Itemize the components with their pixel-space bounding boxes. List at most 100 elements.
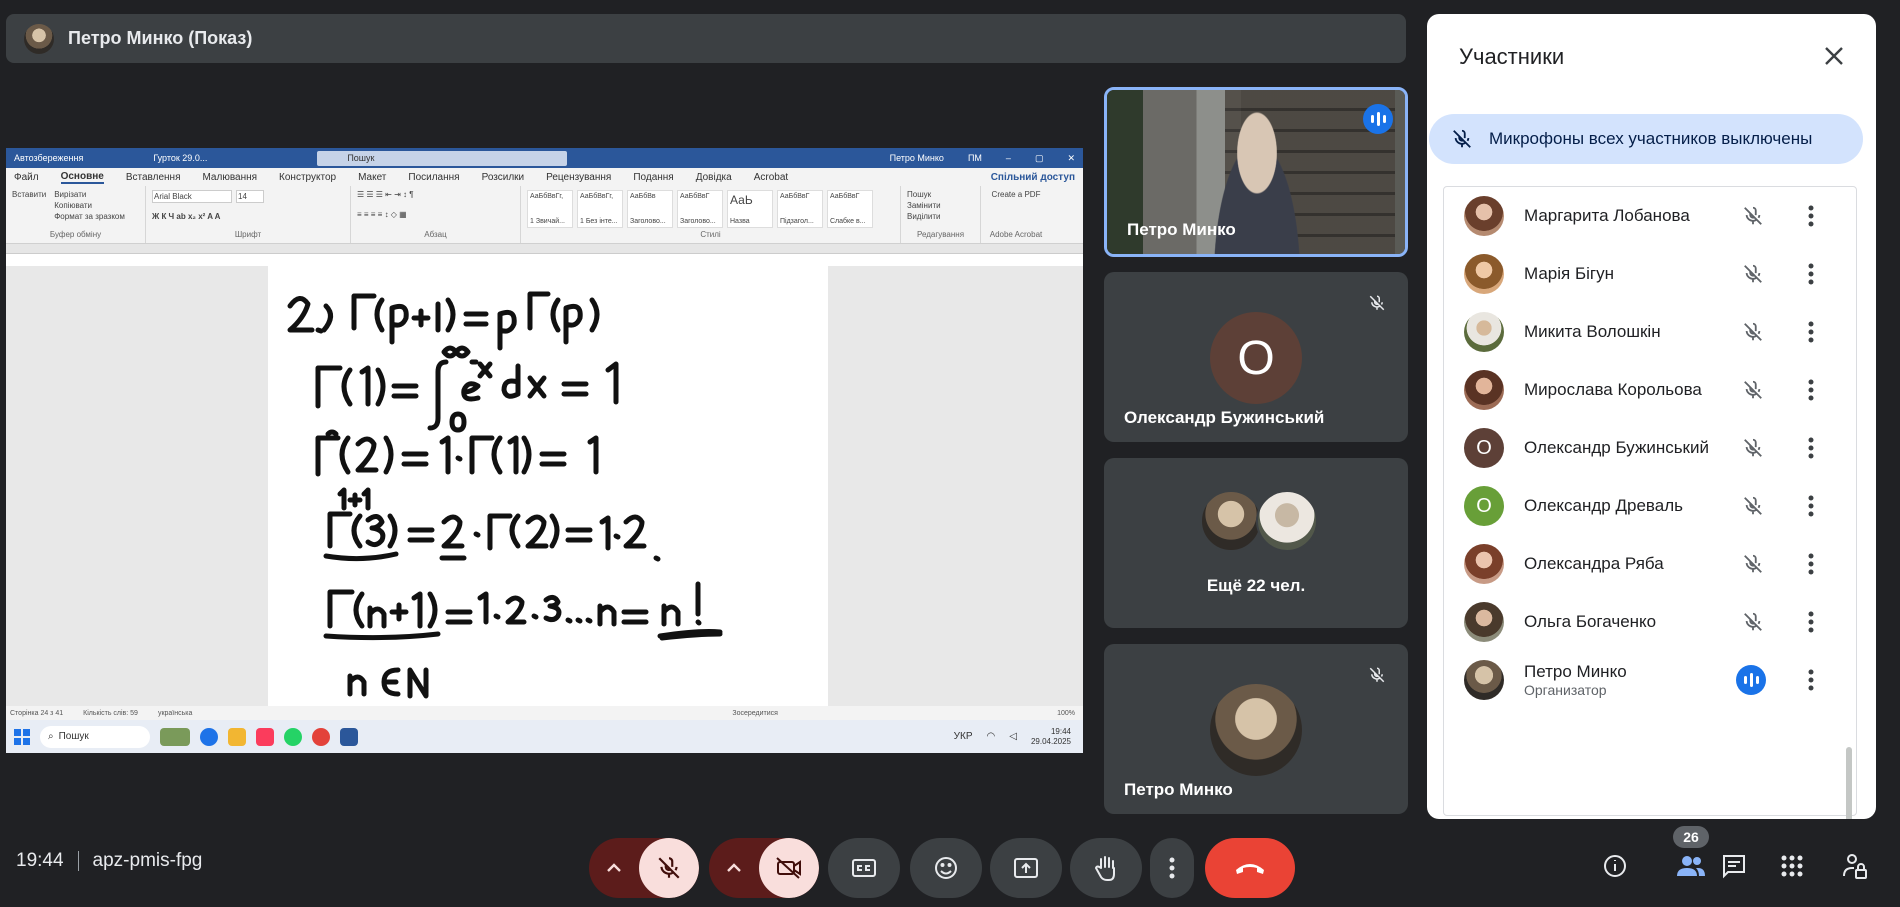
participant-row: Маргарита Лобанова (1444, 187, 1844, 245)
cut-label: Вирізати (54, 190, 87, 199)
mic-off-icon (1453, 129, 1471, 148)
mic-off-icon (1364, 662, 1390, 688)
style-item: АаБбВвГ Заголово... (677, 190, 723, 228)
status-zoom: 100% (1057, 709, 1075, 717)
more-vert-icon[interactable] (1798, 261, 1824, 287)
ruler (6, 244, 1083, 254)
mic-off-icon[interactable] (1740, 609, 1766, 635)
create-pdf-label: Create a PDF (991, 190, 1041, 199)
participant-row: Ольга Богаченко (1444, 593, 1844, 651)
mic-off-icon[interactable] (1740, 551, 1766, 577)
info-icon (1604, 855, 1626, 877)
word-ribbon: Вставити Вирізати Копіювати Формат за зр… (6, 186, 1083, 244)
participant-count-badge: 26 (1673, 826, 1709, 848)
music-icon (256, 727, 274, 746)
video-tile-speaker[interactable]: Петро Минко (1104, 87, 1408, 257)
document-page (268, 266, 828, 706)
chevron-up-icon (727, 863, 741, 872)
host-controls-button[interactable] (1839, 850, 1871, 882)
panel-title: Участники (1459, 44, 1565, 69)
more-vert-icon (1169, 857, 1175, 879)
font-format-icons: Ж К Ч ab x₂ x² A A (152, 212, 221, 221)
meeting-details-button[interactable] (1599, 850, 1631, 882)
tray-clock: 19:44 29.04.2025 (1030, 726, 1071, 746)
word-tab: Подання (633, 171, 674, 183)
avatar (1464, 660, 1504, 700)
style-item: АаБбВвГ Слабке в... (827, 190, 873, 228)
close-panel-button[interactable] (1820, 42, 1848, 70)
more-participants-tile[interactable]: Ещё 22 чел. (1104, 458, 1408, 628)
scrollbar[interactable] (1846, 747, 1852, 819)
mic-off-icon[interactable] (1740, 435, 1766, 461)
more-options-button[interactable] (1150, 838, 1194, 898)
more-vert-icon[interactable] (1798, 435, 1824, 461)
mic-off-icon[interactable] (1740, 377, 1766, 403)
style-item: АаБбВвГ Підзагол... (777, 190, 823, 228)
more-vert-icon[interactable] (1798, 609, 1824, 635)
video-tile[interactable]: О Олександр Бужинський (1104, 272, 1408, 442)
wifi-icon: ◠ (986, 731, 996, 742)
activities-button[interactable] (1776, 850, 1808, 882)
participant-row: О Олександр Древаль (1444, 477, 1844, 535)
mic-off-icon[interactable] (1740, 261, 1766, 287)
avatar (1200, 490, 1262, 552)
document-area (6, 266, 1083, 706)
handwriting (287, 291, 723, 699)
minimize-icon: – (1005, 152, 1011, 163)
clipboard-group-name: Буфер обміну (49, 230, 102, 239)
participant-name: Ольга Богаченко (1524, 612, 1657, 631)
video-tile[interactable]: Петро Минко (1104, 644, 1408, 814)
participant-row: Мирослава Корольова (1444, 361, 1844, 419)
editing-group-name: Редагування (916, 230, 965, 239)
avatar: О (1464, 428, 1504, 468)
mic-off-icon (658, 857, 680, 879)
reactions-button[interactable] (910, 838, 982, 898)
more-vert-icon[interactable] (1798, 377, 1824, 403)
participant-row: Олександра Ряба (1444, 535, 1844, 593)
captions-button[interactable] (828, 838, 900, 898)
more-vert-icon[interactable] (1798, 551, 1824, 577)
status-focus: Зосередитися (732, 709, 778, 717)
camera-options-button[interactable] (709, 838, 759, 898)
more-vert-icon[interactable] (1798, 203, 1824, 229)
leave-call-button[interactable] (1205, 838, 1295, 898)
font-group-name: Шрифт (234, 230, 262, 239)
camera-toggle-button[interactable] (759, 838, 819, 898)
avatar: О (1210, 312, 1302, 404)
styles-group-name: Стилі (700, 230, 721, 239)
captions-icon (852, 859, 876, 877)
raise-hand-button[interactable] (1070, 838, 1142, 898)
presenter-bar: Петро Минко (Показ) (6, 14, 1406, 63)
tray-lang: УКР (953, 731, 973, 742)
taskbar-search-label: Пошук (58, 731, 89, 742)
present-screen-button[interactable] (990, 838, 1062, 898)
avatar (1464, 196, 1504, 236)
style-item: АаБбВвГг, 1 Звичай... (527, 190, 573, 228)
mic-options-button[interactable] (589, 838, 639, 898)
emoji-icon (935, 857, 957, 879)
more-vert-icon[interactable] (1798, 493, 1824, 519)
participant-name: Олександр Бужинський (1524, 438, 1709, 457)
mic-off-icon[interactable] (1740, 319, 1766, 345)
align-icons: ≡ ≡ ≡ ≡ ↕ ◇ ▦ (357, 210, 407, 219)
people-icon (1677, 856, 1705, 876)
mic-toggle-button[interactable] (639, 838, 699, 898)
participant-row: Петро Минко Организатор (1444, 651, 1844, 709)
windows-icon (14, 728, 30, 745)
participant-name: Мирослава Корольова (1524, 380, 1702, 399)
hand-icon (1094, 856, 1115, 881)
copy-label: Копіювати (54, 201, 93, 210)
autosave-label: Автозбереження (14, 153, 84, 163)
participant-name: Микита Волошкін (1524, 322, 1661, 341)
participant-row: О Олександр Бужинський (1444, 419, 1844, 477)
chrome-icon (312, 727, 330, 746)
camera-control (709, 838, 819, 898)
more-vert-icon[interactable] (1798, 667, 1824, 693)
current-time: 19:44 (16, 850, 64, 871)
mic-off-icon[interactable] (1740, 203, 1766, 229)
more-vert-icon[interactable] (1798, 319, 1824, 345)
shared-screen: Автозбереження Гурток 29.0... Пошук Петр… (6, 148, 1083, 753)
people-button[interactable] (1675, 850, 1707, 882)
mic-off-icon[interactable] (1740, 493, 1766, 519)
chat-button[interactable] (1718, 850, 1750, 882)
